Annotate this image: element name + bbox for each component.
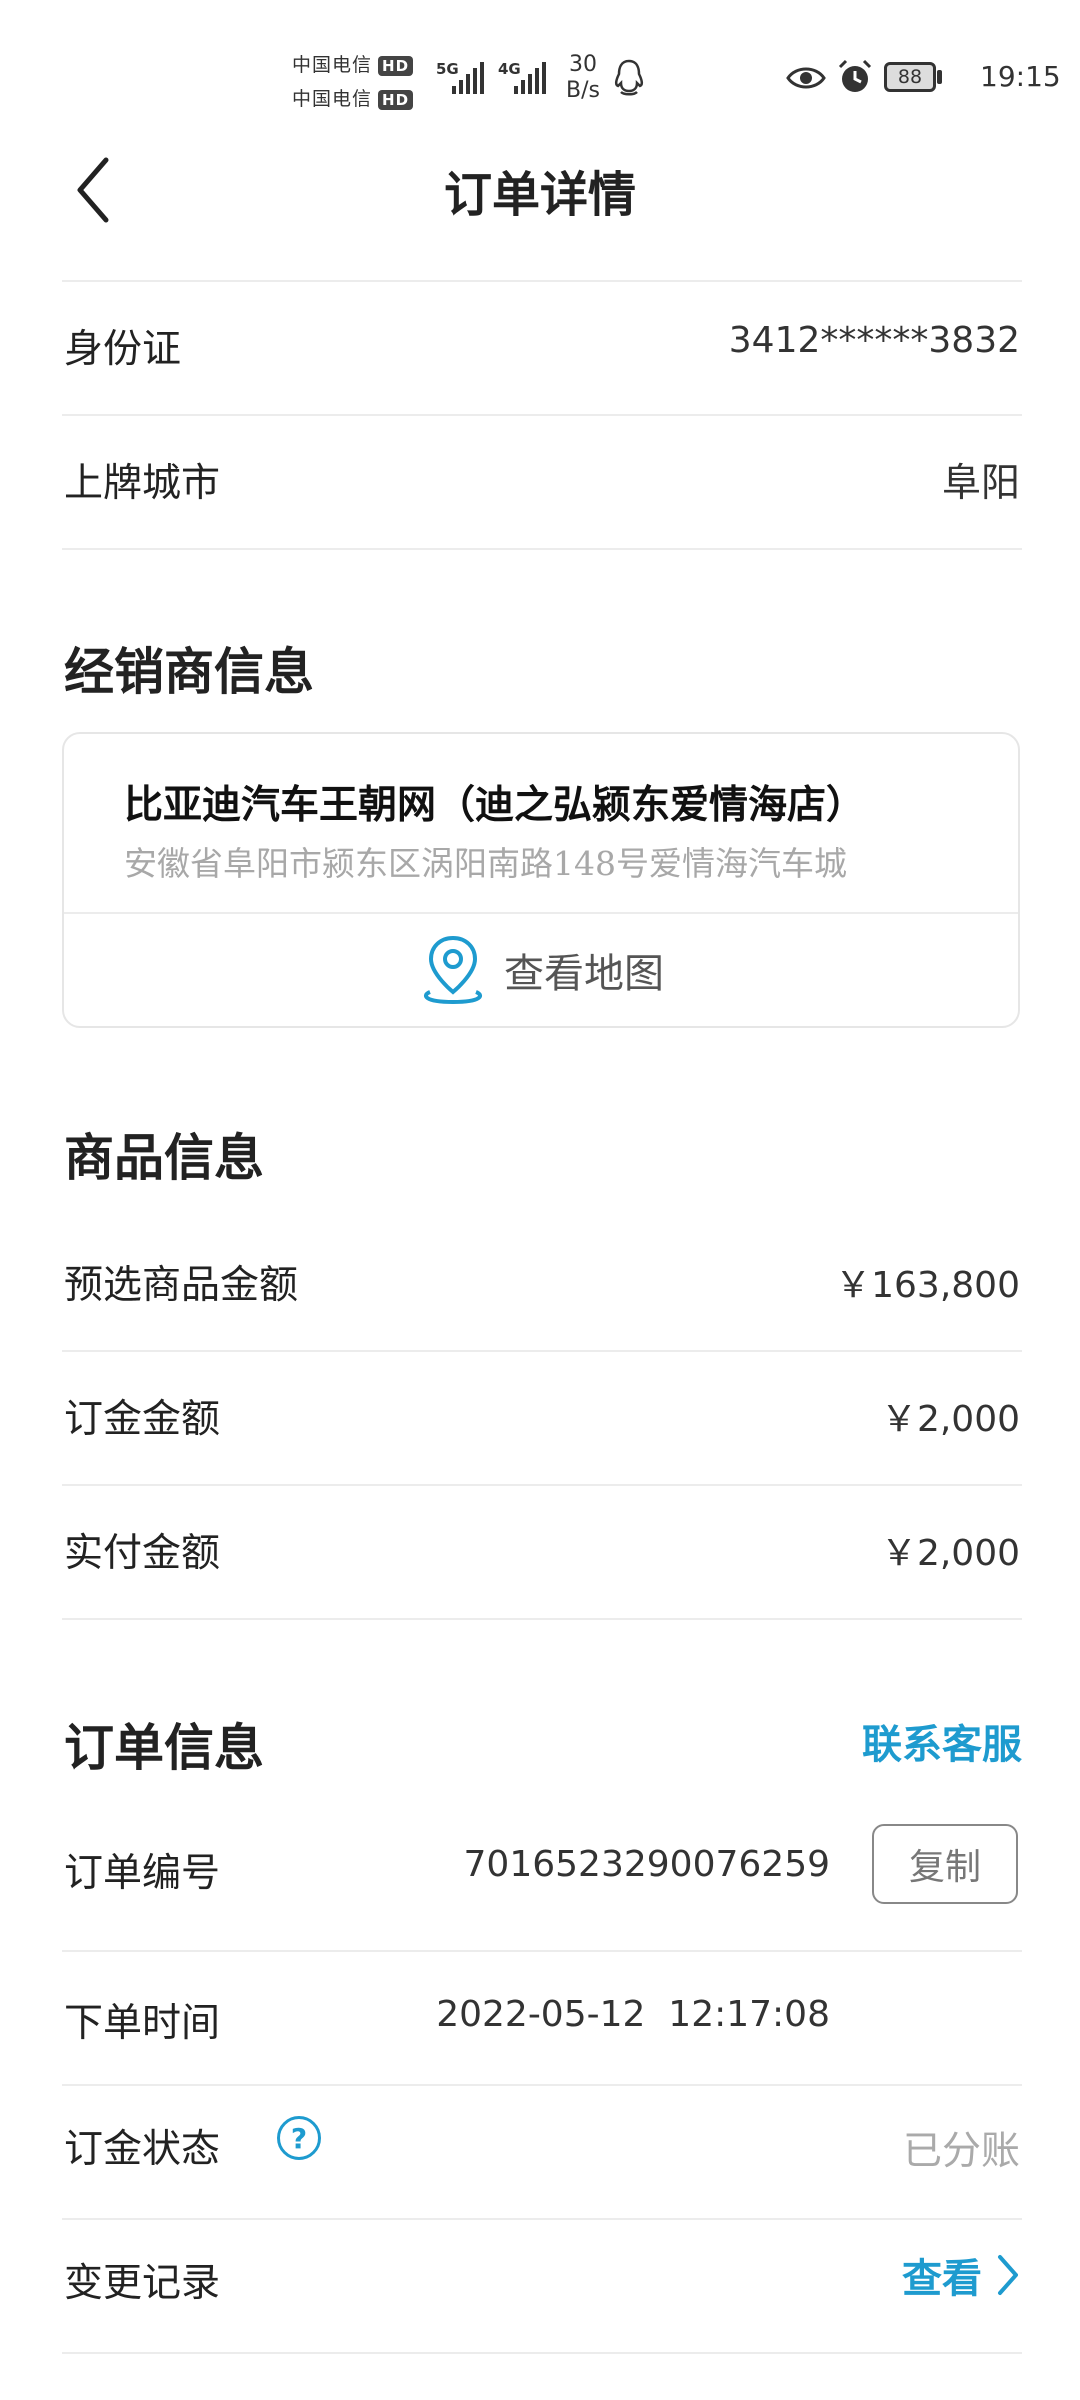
copy-button[interactable]: 复制	[872, 1824, 1018, 1904]
carrier-label-1: 中国电信 HD	[292, 50, 414, 77]
divider	[62, 1618, 1022, 1620]
dealer-name: 比亚迪汽车王朝网（迪之弘颍东爱情海店）	[124, 782, 866, 828]
carrier-name-2: 中国电信	[292, 88, 373, 110]
id-card-value: 3412******3832	[728, 320, 1020, 361]
contact-service-link[interactable]: 联系客服	[862, 1712, 1022, 1770]
help-icon[interactable]: ?	[277, 2116, 321, 2160]
change-record-link[interactable]: 查看	[902, 2246, 1020, 2304]
order-number-value: 7016523290076259	[463, 1844, 830, 1885]
view-map-label: 查看地图	[504, 951, 664, 997]
battery-icon: 88	[884, 62, 936, 92]
goods-row-label: 订金金额	[64, 1397, 221, 1442]
hd-badge-1: HD	[378, 55, 414, 76]
signal-bars-icon	[452, 62, 484, 94]
battery-level: 88	[897, 66, 923, 88]
id-card-label: 身份证	[64, 327, 182, 372]
order-time-label: 下单时间	[64, 2001, 221, 2046]
chevron-right-icon	[998, 2255, 1018, 2295]
alarm-icon	[838, 59, 872, 92]
goods-row-value: ￥2,000	[880, 1533, 1020, 1574]
dealer-address: 安徽省阜阳市颍东区涡阳南路148号爱情海汽车城	[124, 844, 847, 883]
network-speed: 30 B/s	[566, 52, 600, 104]
order-section-title: 订单信息	[64, 1718, 264, 1777]
deposit-status-label: 订金状态	[64, 2127, 221, 2172]
hd-badge-2: HD	[378, 89, 414, 110]
order-number-label: 订单编号	[64, 1851, 221, 1896]
location-pin-icon	[424, 935, 482, 1005]
deposit-status-value: 已分账	[902, 2129, 1020, 2174]
qq-icon	[614, 59, 644, 96]
divider	[62, 548, 1022, 550]
divider	[62, 2352, 1022, 2354]
clock: 19:15	[980, 60, 1061, 93]
goods-row-label: 实付金额	[64, 1531, 221, 1576]
city-value: 阜阳	[941, 461, 1020, 506]
divider	[62, 2084, 1022, 2086]
divider	[62, 1950, 1022, 1952]
goods-row-label: 预选商品金额	[64, 1263, 299, 1308]
goods-row-value: ￥2,000	[880, 1399, 1020, 1440]
view-link-label: 查看	[902, 2255, 982, 2302]
speed-unit: B/s	[566, 78, 600, 103]
dealer-card: 比亚迪汽车王朝网（迪之弘颍东爱情海店） 安徽省阜阳市颍东区涡阳南路148号爱情海…	[62, 732, 1020, 1028]
order-time-value: 2022-05-12 12:17:08	[436, 1994, 830, 2035]
goods-row-value: ￥163,800	[835, 1265, 1020, 1306]
divider	[62, 280, 1022, 282]
speed-value: 30	[568, 52, 597, 77]
carrier-label-2: 中国电信 HD	[292, 84, 414, 111]
eye-icon	[786, 67, 826, 89]
divider	[62, 414, 1022, 416]
change-record-label: 变更记录	[64, 2261, 221, 2306]
divider	[62, 1484, 1022, 1486]
dealer-section-title: 经销商信息	[64, 642, 314, 701]
signal-bars-icon	[514, 62, 546, 94]
goods-section-title: 商品信息	[64, 1128, 264, 1187]
divider	[62, 1350, 1022, 1352]
divider	[62, 2218, 1022, 2220]
city-label: 上牌城市	[64, 461, 221, 506]
battery-tip	[937, 70, 942, 84]
carrier-name-1: 中国电信	[292, 54, 373, 76]
view-map-button[interactable]: 查看地图	[64, 914, 1018, 1026]
status-bar: 中国电信 HD 中国电信 HD 5G 4G 30 B/s 88 19:15	[0, 0, 1080, 135]
page-title: 订单详情	[443, 167, 636, 223]
